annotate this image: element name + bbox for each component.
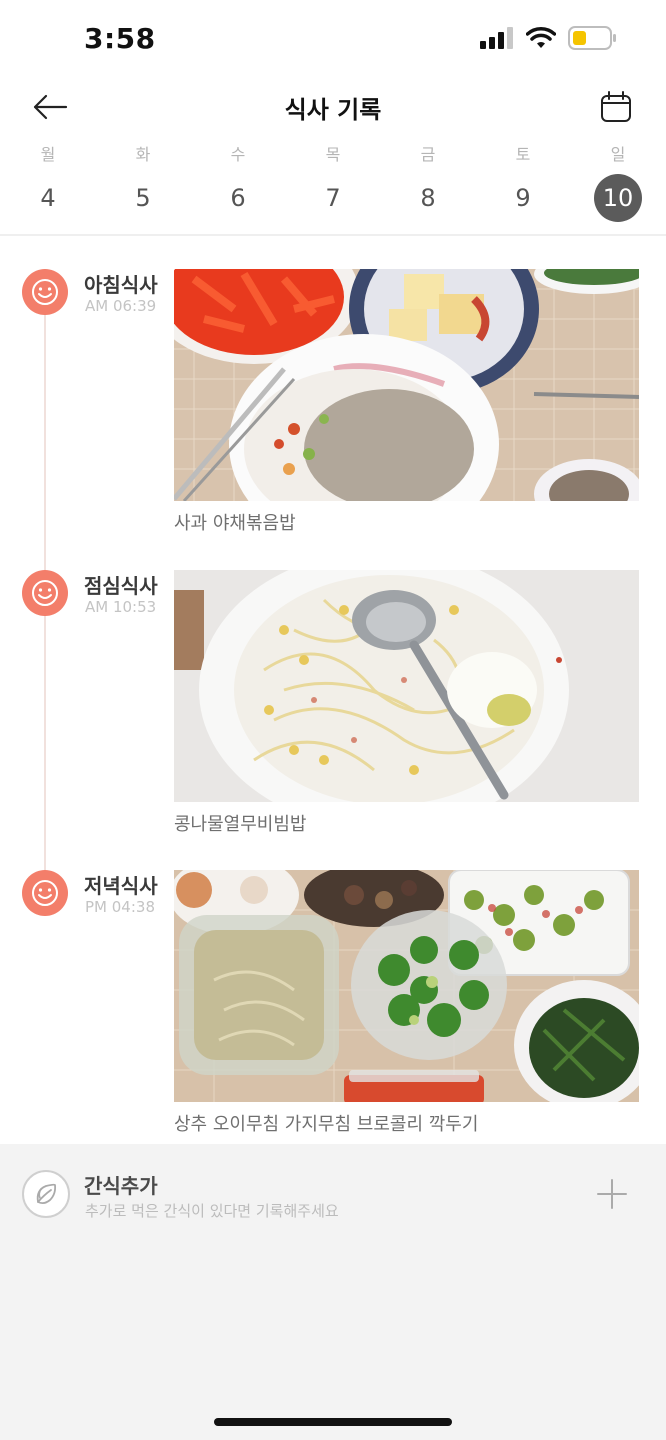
day-number: 9	[515, 184, 531, 212]
home-indicator[interactable]	[214, 1418, 452, 1426]
signal-icon	[480, 27, 513, 49]
snack-title: 간식추가	[84, 1174, 158, 1198]
meal-photo[interactable]	[174, 269, 639, 501]
snack-subtitle: 추가로 먹은 간식이 있다면 기록해주세요	[85, 1202, 339, 1220]
smile-icon	[22, 269, 68, 315]
day-wed[interactable]: 수 6	[208, 140, 268, 222]
day-name: 토	[515, 145, 531, 164]
day-sun[interactable]: 일 10	[588, 140, 648, 222]
nav-header: 식사 기록	[0, 80, 666, 140]
day-number: 6	[230, 184, 246, 212]
status-icons	[480, 26, 618, 50]
day-sat[interactable]: 토 9	[493, 140, 553, 222]
wifi-icon	[526, 27, 556, 48]
week-selector: 월 4 화 5 수 6 목 7 금 8 토 9 일 10	[0, 140, 666, 234]
calendar-icon	[601, 91, 631, 122]
meal-photo[interactable]	[174, 870, 639, 1102]
day-number: 7	[325, 184, 341, 212]
day-name: 화	[135, 145, 151, 164]
day-name: 목	[325, 145, 341, 164]
day-fri[interactable]: 금 8	[398, 140, 458, 222]
meal-description: 상추 오이무침 가지무침 브로콜리 깍두기	[174, 1114, 479, 1135]
day-mon[interactable]: 월 4	[18, 140, 78, 222]
meal-title: 점심식사	[84, 574, 158, 598]
status-time: 3:58	[84, 22, 156, 55]
day-thu[interactable]: 목 7	[303, 140, 363, 222]
calendar-button[interactable]	[600, 90, 632, 124]
snack-section: 간식추가 추가로 먹은 간식이 있다면 기록해주세요	[0, 1144, 666, 1440]
meal-title: 아침식사	[84, 273, 158, 297]
meal-photo[interactable]	[174, 570, 639, 802]
leaf-icon	[22, 1170, 70, 1218]
meal-time: PM 04:38	[85, 898, 155, 916]
day-number: 8	[420, 184, 436, 212]
day-name: 월	[40, 145, 56, 164]
divider	[0, 234, 666, 236]
add-snack-button[interactable]	[596, 1178, 628, 1210]
day-tue[interactable]: 화 5	[113, 140, 173, 222]
meal-description: 콩나물열무비빔밥	[174, 814, 307, 835]
add-snack-row[interactable]: 간식추가 추가로 먹은 간식이 있다면 기록해주세요	[0, 1144, 666, 1244]
day-name: 금	[420, 145, 436, 164]
day-name: 수	[230, 145, 246, 164]
meal-title: 저녁식사	[84, 874, 158, 898]
day-number: 4	[40, 184, 56, 212]
meal-time: AM 10:53	[85, 598, 157, 616]
plus-icon	[597, 1179, 627, 1209]
smile-icon	[22, 570, 68, 616]
day-number: 5	[135, 184, 151, 212]
status-bar: 3:58	[0, 0, 666, 80]
battery-icon	[568, 26, 616, 50]
meal-time: AM 06:39	[85, 297, 157, 315]
day-name: 일	[610, 145, 626, 164]
page-title: 식사 기록	[284, 96, 382, 124]
meal-description: 사과 야채볶음밥	[174, 513, 296, 534]
day-number-selected: 10	[594, 174, 642, 222]
smile-icon	[22, 870, 68, 916]
